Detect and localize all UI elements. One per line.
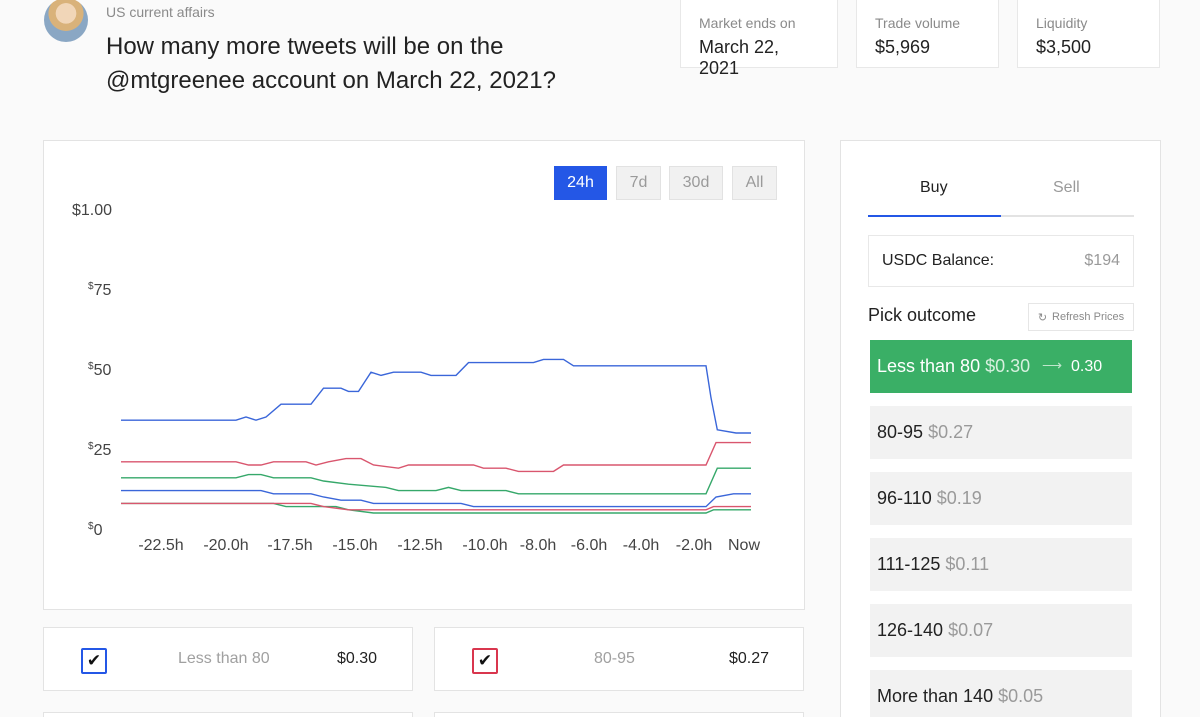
- outcome-legend-card[interactable]: ✔ Less than 80 $0.30: [43, 627, 413, 691]
- usdc-balance-box: USDC Balance: $194: [868, 235, 1134, 287]
- market-avatar: [44, 0, 88, 42]
- x-tick-label: -15.0h: [332, 537, 377, 554]
- option-name: 111-125: [877, 554, 941, 574]
- x-tick-label: -22.5h: [138, 537, 183, 554]
- tab-sell[interactable]: Sell: [1053, 179, 1080, 197]
- balance-value: $194: [1084, 252, 1120, 269]
- outcome-option[interactable]: 111-125 $0.11: [870, 538, 1132, 591]
- outcome-option[interactable]: More than 140 $0.05: [870, 670, 1132, 717]
- refresh-prices-button[interactable]: ↻ Refresh Prices: [1028, 303, 1134, 331]
- x-tick-label: -20.0h: [203, 537, 248, 554]
- check-icon[interactable]: ✔: [472, 648, 498, 674]
- range-all-button[interactable]: All: [732, 166, 777, 200]
- outcome-legend-card[interactable]: [434, 712, 804, 717]
- option-name: 80-95: [877, 422, 924, 442]
- x-tick-label: -8.0h: [520, 537, 556, 554]
- option-name: More than 140: [877, 686, 994, 706]
- stat-label: Market ends on: [699, 15, 796, 31]
- option-price: $0.05: [998, 686, 1044, 706]
- option-price: $0.07: [948, 620, 994, 640]
- trade-panel: Buy Sell USDC Balance: $194 Pick outcome…: [840, 140, 1161, 717]
- x-tick-label: -10.0h: [462, 537, 507, 554]
- outcome-price: $0.30: [337, 650, 378, 667]
- series-line-2: [121, 441, 751, 473]
- x-tick-label: -17.5h: [267, 537, 312, 554]
- outcome-legend-card[interactable]: ✔ 80-95 $0.27: [434, 627, 804, 691]
- option-name: 96-110: [877, 488, 932, 508]
- tab-divider: [1001, 215, 1134, 217]
- range-7d-button[interactable]: 7d: [616, 166, 661, 200]
- outcome-option[interactable]: 126-140 $0.07: [870, 604, 1132, 657]
- outcome-legend-card[interactable]: [43, 712, 413, 717]
- y-tick-label: $1.00: [72, 202, 112, 219]
- outcome-option-selected[interactable]: Less than 80 $0.30 ⟶ 0.30: [870, 340, 1132, 393]
- y-tick-label: $75: [88, 281, 111, 299]
- pick-outcome-label: Pick outcome: [868, 305, 977, 325]
- stat-liquidity: Liquidity $3,500: [1017, 0, 1160, 68]
- outcome-option[interactable]: 80-95 $0.27: [870, 406, 1132, 459]
- range-30d-button[interactable]: 30d: [669, 166, 723, 200]
- option-price: $0.11: [945, 554, 990, 574]
- series-line-5: [121, 502, 751, 514]
- balance-label: USDC Balance:: [882, 252, 995, 269]
- stat-label: Trade volume: [875, 15, 961, 31]
- stat-trade-volume: Trade volume $5,969: [856, 0, 999, 68]
- stat-value: $5,969: [875, 37, 931, 57]
- option-price: $0.27: [928, 422, 974, 442]
- stat-value: $3,500: [1036, 37, 1092, 57]
- x-tick-label: -12.5h: [397, 537, 442, 554]
- option-name: Less than 80: [877, 356, 981, 376]
- market-category[interactable]: US current affairs: [106, 4, 215, 20]
- option-name: 126-140: [877, 620, 944, 640]
- y-tick-label: $50: [88, 361, 111, 379]
- refresh-prices-label: Refresh Prices: [1052, 311, 1125, 323]
- x-tick-label: -6.0h: [571, 537, 607, 554]
- x-tick-label: -4.0h: [623, 537, 659, 554]
- outcome-name: 80-95: [594, 650, 635, 667]
- refresh-icon: ↻: [1037, 311, 1048, 324]
- x-tick-label: -2.0h: [676, 537, 712, 554]
- y-tick-label: $25: [88, 441, 111, 459]
- outcome-option[interactable]: 96-110 $0.19: [870, 472, 1132, 525]
- stat-label: Liquidity: [1036, 15, 1088, 31]
- option-new-price: 0.30: [1071, 358, 1103, 375]
- tab-active-indicator: [868, 215, 1001, 217]
- option-price: $0.19: [936, 488, 982, 508]
- series-line-1: [121, 358, 751, 434]
- price-chart-panel: $1.00 $75 $50 $25 $0 -22.5h -20.0h -17.5h -15.0…: [43, 140, 805, 610]
- tab-buy[interactable]: Buy: [920, 179, 948, 197]
- series-line-4: [121, 489, 751, 508]
- market-question: How many more tweets will be on the @mtg…: [106, 33, 556, 94]
- price-chart: $1.00 $75 $50 $25 $0 -22.5h -20.0h -17.5h -15.0…: [72, 202, 760, 554]
- stat-value: March 22, 2021: [699, 37, 780, 78]
- check-icon[interactable]: ✔: [81, 648, 107, 674]
- stat-market-end: Market ends on March 22, 2021: [680, 0, 838, 78]
- outcome-price: $0.27: [729, 650, 770, 667]
- option-price: $0.30: [985, 356, 1031, 376]
- y-tick-label: $0: [88, 521, 103, 539]
- range-24h-button[interactable]: 24h: [554, 166, 607, 200]
- outcome-name: Less than 80: [178, 650, 270, 667]
- arrow-right-icon: ⟶: [1042, 357, 1063, 373]
- x-tick-label: Now: [728, 537, 760, 554]
